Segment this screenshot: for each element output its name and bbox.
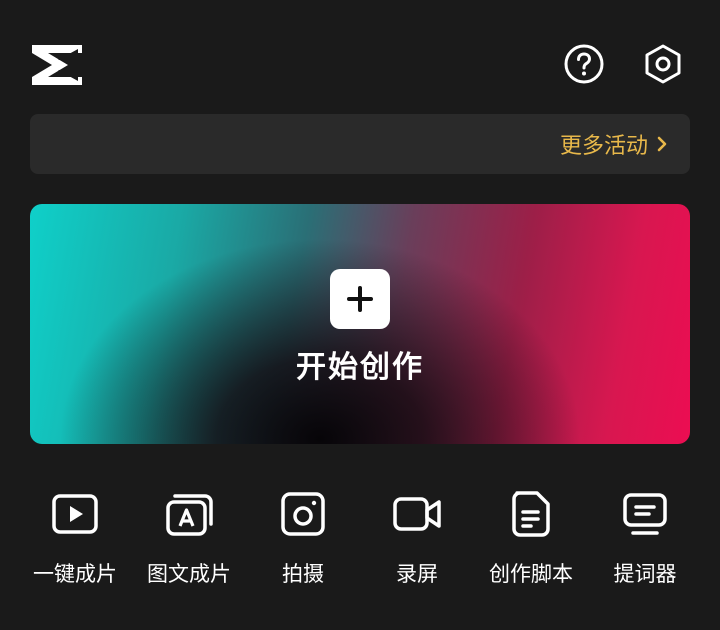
- tool-shortcuts: 一键成片 图文成片 拍摄 录屏 创作脚本 提词器: [0, 486, 720, 596]
- tool-label: 创作脚本: [489, 562, 573, 586]
- tool-label: 录屏: [396, 562, 438, 586]
- start-creating-card[interactable]: 开始创作: [30, 204, 690, 444]
- tool-label: 一键成片: [33, 562, 117, 586]
- play-video-icon: [52, 494, 98, 534]
- settings-hexagon-icon[interactable]: [642, 43, 684, 85]
- tool-creation-script[interactable]: 创作脚本: [476, 486, 586, 596]
- capcut-logo-icon: [32, 45, 82, 85]
- tool-label: 提词器: [613, 562, 677, 586]
- start-creating-button[interactable]: [330, 269, 390, 329]
- plus-icon: [347, 286, 373, 312]
- chevron-right-icon: [657, 136, 667, 152]
- script-document-icon: [512, 491, 550, 537]
- more-activities-link[interactable]: 更多活动: [560, 114, 668, 174]
- activity-banner: 更多活动: [30, 114, 690, 174]
- screen-record-icon: [393, 497, 441, 531]
- tool-one-click-video[interactable]: 一键成片: [20, 486, 130, 596]
- help-circle-icon[interactable]: [563, 43, 605, 85]
- tool-text-to-video[interactable]: 图文成片: [134, 486, 244, 596]
- tool-teleprompter[interactable]: 提词器: [590, 486, 700, 596]
- tool-shoot[interactable]: 拍摄: [248, 486, 358, 596]
- tool-label: 拍摄: [282, 562, 324, 586]
- teleprompter-icon: [623, 493, 667, 535]
- start-creating-label: 开始创作: [296, 350, 424, 385]
- tool-screen-record[interactable]: 录屏: [362, 486, 472, 596]
- tool-label: 图文成片: [147, 562, 231, 586]
- more-activities-label: 更多活动: [559, 134, 648, 159]
- camera-icon: [281, 492, 325, 536]
- text-to-video-icon: [166, 494, 213, 536]
